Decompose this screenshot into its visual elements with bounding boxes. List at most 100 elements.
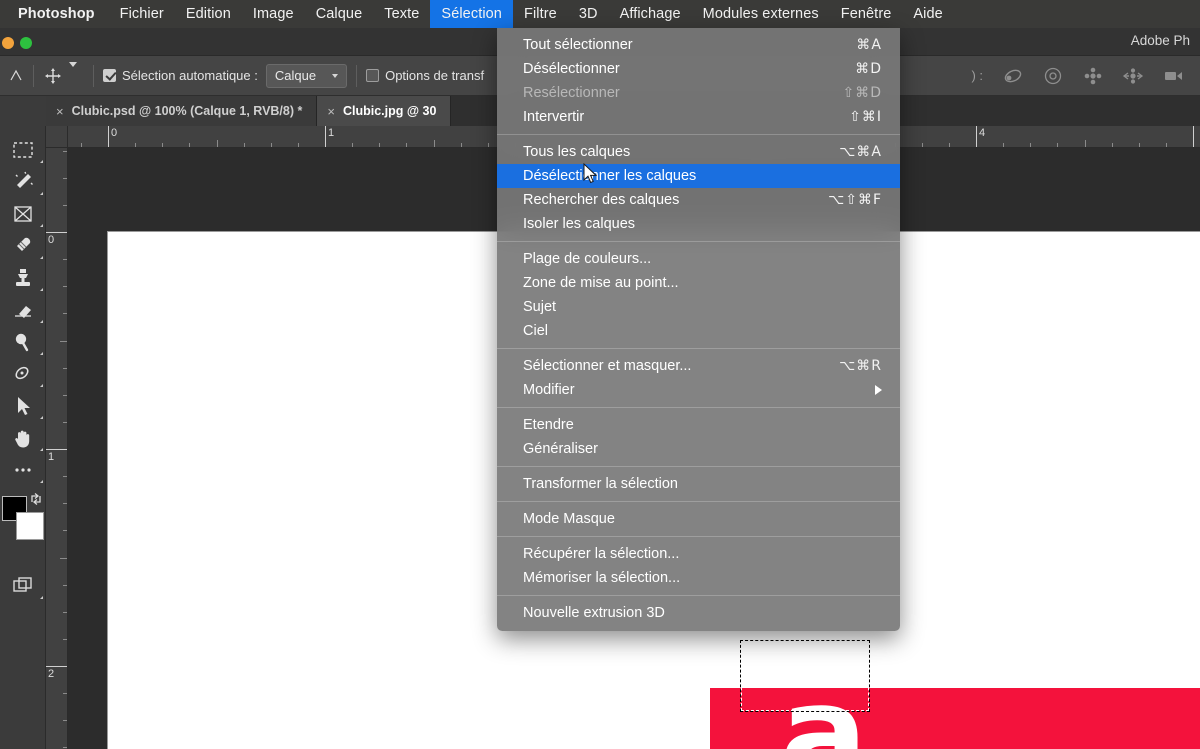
transform-controls-checkbox[interactable] <box>366 69 380 82</box>
swap-colors-icon[interactable] <box>29 492 43 509</box>
ruler-tick <box>63 693 67 695</box>
menu-item-sujet[interactable]: Sujet <box>497 295 900 319</box>
menu-item-intervertir[interactable]: Intervertir ⇧⌘I <box>497 105 900 129</box>
menubar-item-aide[interactable]: Aide <box>902 0 953 28</box>
menu-item-plage-de-couleurs[interactable]: Plage de couleurs... <box>497 247 900 271</box>
menu-item-memoriser-la-selection[interactable]: Mémoriser la sélection... <box>497 566 900 590</box>
menu-item-nouvelle-extrusion-3d[interactable]: Nouvelle extrusion 3D <box>497 601 900 625</box>
menu-item-label: Ciel <box>523 323 548 339</box>
align-distribute-icon[interactable] <box>1002 66 1024 86</box>
menu-item-isoler-les-calques[interactable]: Isoler les calques <box>497 212 900 236</box>
menu-item-label: Sujet <box>523 299 557 315</box>
menu-item-rechercher-des-calques[interactable]: Rechercher des calques ⌥⇧⌘F <box>497 188 900 212</box>
menubar-item-texte[interactable]: Texte <box>373 0 430 28</box>
align-group-label: ) : <box>971 68 983 83</box>
menu-item-deselectionner[interactable]: Désélectionner ⌘D <box>497 57 900 81</box>
menu-item-tous-les-calques[interactable]: Tous les calques ⌥⌘A <box>497 140 900 164</box>
menu-separator <box>497 407 900 408</box>
ruler-tick <box>216 140 218 147</box>
pen-tool[interactable] <box>0 358 46 390</box>
ruler-tick <box>1111 143 1113 147</box>
menu-item-generaliser[interactable]: Généraliser <box>497 437 900 461</box>
menubar-item-fenetre[interactable]: Fenêtre <box>830 0 903 28</box>
edit-toolbar-button[interactable] <box>0 454 46 486</box>
ruler-vertical[interactable]: 0 1 2 <box>46 148 68 749</box>
menubar-item-photoshop[interactable]: Photoshop <box>0 0 109 28</box>
magic-wand-tool[interactable] <box>0 166 46 198</box>
photoshop-window: Photoshop Fichier Edition Image Calque T… <box>0 0 1200 749</box>
3d-slide-icon[interactable] <box>1122 66 1144 86</box>
menu-separator <box>497 595 900 596</box>
menu-item-deselectionner-les-calques[interactable]: Désélectionner les calques <box>497 164 900 188</box>
menubar-item-calque[interactable]: Calque <box>305 0 374 28</box>
menubar-item-3d[interactable]: 3D <box>568 0 609 28</box>
auto-select-scope-dropdown[interactable]: Calque <box>265 63 348 88</box>
tools-panel <box>0 126 46 749</box>
3d-camera-icon[interactable] <box>1162 66 1186 86</box>
tabbar-left-spacer <box>0 96 46 126</box>
selection-marquee[interactable] <box>740 640 870 712</box>
dodge-tool[interactable] <box>0 326 46 358</box>
menu-separator <box>497 348 900 349</box>
menu-item-modifier[interactable]: Modifier <box>497 378 900 402</box>
document-tab-clubic-psd[interactable]: × Clubic.psd @ 100% (Calque 1, RVB/8) * <box>46 96 318 126</box>
menu-item-ciel[interactable]: Ciel <box>497 319 900 343</box>
close-icon[interactable]: × <box>56 104 64 119</box>
tool-expand-indicator <box>40 416 43 419</box>
hand-tool[interactable] <box>0 422 46 454</box>
ruler-tick <box>270 143 272 147</box>
close-icon[interactable]: × <box>327 104 335 119</box>
ruler-tick <box>63 503 67 505</box>
document-tab-clubic-jpg[interactable]: × Clubic.jpg @ 30 <box>317 96 452 126</box>
menubar-item-modules-externes[interactable]: Modules externes <box>692 0 830 28</box>
menu-separator <box>497 134 900 135</box>
menubar-item-filtre[interactable]: Filtre <box>513 0 568 28</box>
ruler-tick <box>63 394 67 396</box>
healing-brush-tool[interactable] <box>0 230 46 262</box>
move-tool-icon[interactable] <box>43 66 63 86</box>
menu-item-mode-masque[interactable]: Mode Masque <box>497 507 900 531</box>
menu-item-zone-de-mise-au-point[interactable]: Zone de mise au point... <box>497 271 900 295</box>
menu-item-recuperer-la-selection[interactable]: Récupérer la sélection... <box>497 542 900 566</box>
eraser-tool[interactable] <box>0 294 46 326</box>
menubar-item-fichier[interactable]: Fichier <box>109 0 175 28</box>
menu-item-shortcut: ⇧⌘I <box>849 109 882 125</box>
submenu-arrow-icon <box>875 385 882 395</box>
3d-pan-icon[interactable] <box>1082 66 1104 86</box>
ruler-tick <box>60 557 67 559</box>
menubar-item-edition[interactable]: Edition <box>175 0 242 28</box>
tool-expand-indicator <box>40 596 43 599</box>
ruler-tick <box>487 143 489 147</box>
crop-tool[interactable] <box>0 198 46 230</box>
menu-item-etendre[interactable]: Etendre <box>497 413 900 437</box>
transform-controls-checkbox-group[interactable]: Options de transf <box>366 68 484 83</box>
auto-select-checkbox[interactable] <box>103 69 116 82</box>
rectangular-marquee-tool[interactable] <box>0 134 46 166</box>
clone-stamp-tool[interactable] <box>0 262 46 294</box>
3d-rotate-icon[interactable] <box>1042 66 1064 86</box>
menu-item-transformer-la-selection[interactable]: Transformer la sélection <box>497 472 900 496</box>
ruler-tick <box>63 530 67 532</box>
menu-item-shortcut: ⌥⇧⌘F <box>828 192 882 208</box>
path-selection-tool[interactable] <box>0 390 46 422</box>
menubar-item-image[interactable]: Image <box>242 0 305 28</box>
zoom-button[interactable] <box>20 37 32 49</box>
screen-mode-icon[interactable] <box>0 570 46 602</box>
menu-item-tout-selectionner[interactable]: Tout sélectionner ⌘A <box>497 33 900 57</box>
menu-item-selectionner-et-masquer[interactable]: Sélectionner et masquer... ⌥⌘R <box>497 354 900 378</box>
menubar-item-selection[interactable]: Sélection <box>430 0 513 28</box>
move-tool-dropdown-caret[interactable] <box>69 61 77 85</box>
chevron-down-icon <box>332 73 339 78</box>
auto-select-checkbox-group[interactable]: Sélection automatique : <box>103 68 258 83</box>
tool-preset-icon[interactable] <box>8 68 24 84</box>
ruler-tick <box>63 476 67 478</box>
menubar-item-affichage[interactable]: Affichage <box>609 0 692 28</box>
ruler-corner[interactable] <box>46 126 68 148</box>
background-color-swatch[interactable] <box>16 512 44 540</box>
ruler-tick <box>46 232 67 233</box>
color-swatches <box>0 492 46 554</box>
minimize-button[interactable] <box>2 37 14 49</box>
document-tab-label: Clubic.psd @ 100% (Calque 1, RVB/8) * <box>71 104 303 118</box>
tool-expand-indicator <box>40 448 43 451</box>
selection-dropdown-menu[interactable]: Tout sélectionner ⌘A Désélectionner ⌘D R… <box>497 28 900 631</box>
